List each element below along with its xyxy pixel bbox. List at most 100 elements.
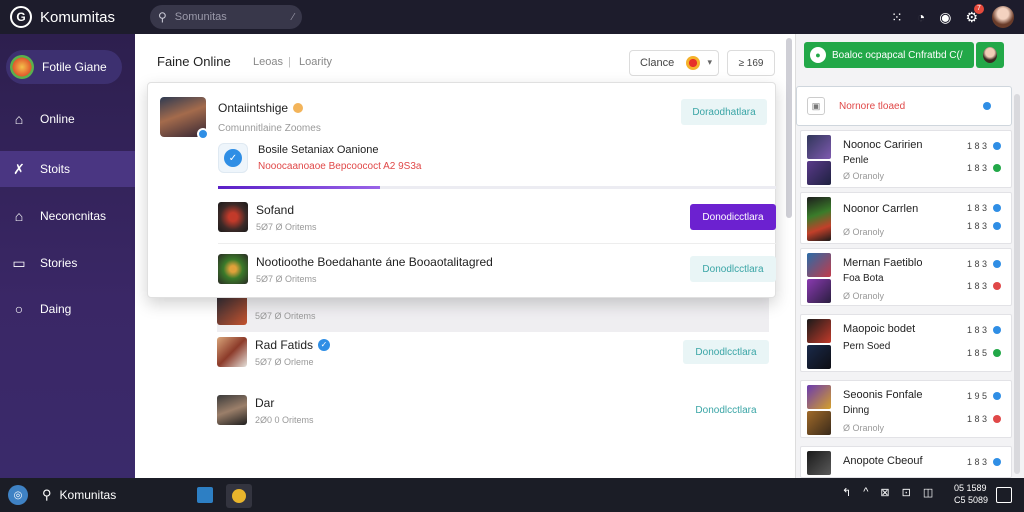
game-thumbnail (807, 319, 831, 343)
search-placeholder: Somunitas (174, 11, 227, 23)
download-button[interactable]: Donodlcctlara (690, 256, 776, 282)
status-dot-icon (993, 222, 1001, 230)
sidebar: Fotile Giane ⌂ Online ✗ Stoits ⌂ Neconcn… (0, 34, 135, 478)
taskbar-app-active-icon[interactable] (226, 484, 252, 508)
network-icon[interactable]: ⊠ (880, 486, 889, 499)
close-icon[interactable]: ⁄ (292, 12, 294, 23)
friend-num: 1 8 3 (967, 414, 988, 424)
volume-icon[interactable]: ◫ (923, 486, 933, 499)
brand-name: Komumitas (40, 8, 116, 26)
sidebar-item-stories[interactable]: ▭ Stories (0, 245, 135, 281)
notice-icon-box: ✓ (218, 143, 248, 173)
friend-avatar[interactable] (976, 42, 1004, 68)
online-status-banner[interactable]: ● Boaloc ocpapcal Cnfratbd C(/ (804, 42, 974, 68)
filter-dropdown[interactable]: Clance ▾ (629, 50, 719, 76)
sidebar-item-label: Stories (40, 256, 78, 270)
game-thumbnail (807, 161, 831, 185)
notification-badge: 7 (974, 3, 984, 14)
download-button[interactable]: Donodicctlara (690, 204, 776, 230)
download-button[interactable]: Donodlcctlara (683, 340, 769, 364)
filter-icon: ▣ (807, 97, 825, 115)
status-dot-icon (993, 458, 1001, 466)
search-icon[interactable]: ⚲ (42, 487, 52, 503)
selected-filter[interactable]: ▣ Nornore tloaed (796, 86, 1012, 126)
status-dot-icon (993, 204, 1001, 212)
record-icon[interactable]: ◔ (917, 9, 925, 25)
filter-label: Clance (640, 57, 675, 69)
selected-filter-label: Nornore tloaed (839, 100, 906, 112)
friend-num: 1 8 3 (967, 141, 988, 151)
popup-list-item[interactable]: Sofand 5Ø7 Ø Oritems Donodicctlara (218, 193, 776, 241)
game-icon (10, 55, 34, 79)
house-icon: ⌂ (14, 208, 24, 224)
game-thumbnail (217, 295, 247, 325)
verified-icon: ✓ (318, 338, 331, 351)
game-thumbnail (218, 202, 248, 232)
brand-logo-icon: G (10, 6, 32, 28)
search-icon: ⚲ (158, 10, 167, 24)
taskbar-search[interactable]: Komunitas (60, 488, 117, 502)
friend-sub: Ø Oranoly (843, 227, 885, 237)
circle-icon: ○ (14, 301, 24, 317)
chart-icon: ▭ (12, 254, 26, 271)
divider (218, 243, 776, 244)
sidebar-item-daing[interactable]: ○ Daing (0, 291, 135, 327)
sidebar-game-selector[interactable]: Fotile Giane (6, 50, 122, 84)
brand[interactable]: G Komumitas (10, 6, 150, 28)
wifi-icon[interactable]: ↰ (842, 486, 851, 499)
list-item[interactable]: Dar 2Ø0 0 Oritems Donodlcctlara (217, 388, 769, 432)
user-avatar[interactable] (992, 6, 1014, 28)
status-dot-icon (197, 128, 209, 140)
chat-icon[interactable]: ◉ (939, 9, 951, 26)
tab-loarity[interactable]: Loarity (299, 56, 332, 68)
clock[interactable]: 05 1589 C5 5089 (954, 482, 988, 506)
follow-button[interactable]: Doraodhatlara (681, 99, 767, 125)
main-scrollbar[interactable] (786, 38, 792, 218)
friend-card[interactable]: Mernan Faetiblo Foa Bota Ø Oranoly 1 8 3… (800, 248, 1012, 306)
sidebar-item-online[interactable]: ⌂ Online (0, 101, 135, 137)
game-thumbnail (807, 279, 831, 303)
community-subtitle: Comunnitlaine Zoomes (218, 122, 321, 134)
popup-list-item[interactable]: Nootioothe Boedahante áne Booaotalitagre… (218, 245, 776, 293)
friend-card[interactable]: Noonor Carrlen Ø Oranoly 1 8 3 1 8 3 (800, 192, 1012, 244)
taskbar-app-icon[interactable] (197, 487, 213, 503)
status-dot-icon (993, 326, 1001, 334)
notice-title: Bosile Setaniax Oanione (258, 144, 379, 156)
community-popup: Ontaiintshige Comunnitlaine Zoomes Dorao… (147, 82, 776, 298)
friend-card[interactable]: Anopote Cbeouf 1 8 3 (800, 446, 1012, 478)
right-panel-scrollbar[interactable] (1014, 94, 1020, 474)
status-dot-icon (993, 349, 1001, 357)
sidebar-item-label: Daing (40, 302, 72, 316)
clock-date: C5 5089 (954, 495, 989, 505)
download-button[interactable]: Donodlcctlara (683, 398, 769, 422)
list-item[interactable]: Rad Fatids ✓ 5Ø7 Ø Orleme Donodlcctlara (217, 330, 769, 374)
sidebar-item-label: Online (40, 112, 75, 126)
display-icon[interactable]: ⊡ (902, 486, 911, 499)
sidebar-item-label: Stoits (40, 162, 71, 176)
sidebar-item-neconcnitas[interactable]: ⌂ Neconcnitas (0, 198, 135, 234)
top-icons: ⁙ ◔ ◉ ⚙ 7 (891, 3, 1014, 28)
chevron-up-icon[interactable]: ^ (863, 486, 868, 499)
progress-fill (218, 186, 380, 189)
home-icon: ⌂ (14, 111, 24, 127)
community-avatar[interactable] (160, 97, 209, 140)
row-sub: 5Ø7 Ø Oritems (256, 273, 317, 284)
notifications-icon[interactable]: ⚙ 7 (965, 3, 984, 26)
row-title: Rad Fatids (255, 337, 314, 352)
tab-leoas[interactable]: Leoas (253, 56, 283, 68)
friend-line2: Dinng (843, 405, 870, 416)
friend-line2: Foa Bota (843, 273, 884, 284)
notification-center-icon[interactable] (996, 487, 1012, 503)
friend-card[interactable]: Maopoic bodet Pern Soed 1 8 3 1 8 5 (800, 314, 1012, 372)
search-input[interactable]: ⚲ Somunitas ⁄ (150, 5, 302, 29)
friend-card[interactable]: Noonoc Caririen Penle Ø Oranoly 1 8 3 1 … (800, 130, 1012, 188)
page-title: Faine Online (157, 54, 231, 69)
start-button[interactable]: ◎ (8, 485, 28, 505)
progress-bar (218, 186, 776, 189)
sidebar-item-stoits[interactable]: ✗ Stoits (0, 151, 135, 187)
count-button[interactable]: ≥ 169 (727, 50, 775, 76)
friend-card[interactable]: Seoonis Fonfale Dinng Ø Oranoly 1 9 5 1 … (800, 380, 1012, 438)
friend-title: Maopoic bodet (843, 323, 916, 335)
grid-icon[interactable]: ⁙ (891, 9, 903, 26)
chevron-down-icon: ▾ (707, 57, 712, 67)
